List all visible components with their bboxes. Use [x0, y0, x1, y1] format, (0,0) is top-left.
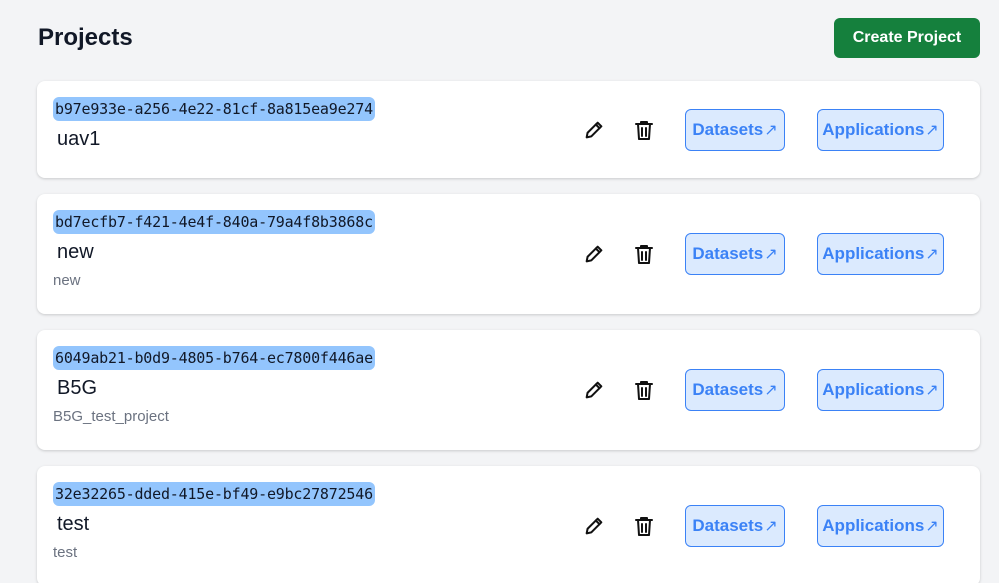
datasets-button[interactable]: Datasets ↗: [685, 108, 785, 151]
datasets-label: Datasets: [692, 119, 764, 139]
page-title: Projects: [38, 24, 133, 51]
project-card: bd7ecfb7-f421-4e4f-840a-79a4f8b3868c new…: [37, 194, 980, 314]
project-actions: Datasets ↗ Applications ↗: [577, 466, 944, 583]
datasets-button[interactable]: Datasets ↗: [685, 505, 785, 547]
arrow-up-right-icon: ↗: [764, 121, 778, 139]
trash-icon: [635, 517, 653, 536]
edit-button[interactable]: [577, 509, 611, 543]
edit-button[interactable]: [577, 373, 611, 407]
applications-button[interactable]: Applications ↗: [817, 233, 944, 275]
edit-button[interactable]: [577, 237, 611, 271]
arrow-up-right-icon: ↗: [925, 121, 939, 139]
project-list: b97e933e-a256-4e22-81cf-8a815ea9e274 uav…: [37, 81, 980, 583]
arrow-up-right-icon: ↗: [764, 518, 778, 535]
pencil-icon: [585, 121, 603, 138]
trash-icon: [635, 381, 653, 400]
applications-button[interactable]: Applications ↗: [817, 505, 944, 547]
applications-button[interactable]: Applications ↗: [817, 369, 944, 411]
delete-button[interactable]: [627, 113, 661, 147]
pencil-icon: [585, 517, 603, 535]
arrow-up-right-icon: ↗: [764, 382, 778, 399]
project-card: b97e933e-a256-4e22-81cf-8a815ea9e274 uav…: [37, 81, 980, 178]
pencil-icon: [585, 381, 603, 399]
pencil-icon: [585, 245, 603, 263]
trash-icon: [635, 245, 653, 264]
applications-label: Applications: [822, 244, 925, 263]
create-project-button[interactable]: Create Project: [834, 18, 980, 58]
page-header: Projects Create Project: [38, 18, 980, 58]
delete-button[interactable]: [627, 509, 661, 543]
datasets-label: Datasets: [692, 516, 764, 535]
applications-label: Applications: [822, 119, 925, 139]
project-card: 32e32265-dded-415e-bf49-e9bc27872546 tes…: [37, 466, 980, 583]
project-id[interactable]: 32e32265-dded-415e-bf49-e9bc27872546: [53, 482, 375, 506]
project-actions: Datasets ↗ Applications ↗: [577, 81, 944, 178]
project-actions: Datasets ↗ Applications ↗: [577, 194, 944, 314]
applications-button[interactable]: Applications ↗: [817, 108, 944, 151]
datasets-button[interactable]: Datasets ↗: [685, 233, 785, 275]
arrow-up-right-icon: ↗: [764, 246, 778, 263]
project-id[interactable]: bd7ecfb7-f421-4e4f-840a-79a4f8b3868c: [53, 210, 375, 234]
datasets-label: Datasets: [692, 380, 764, 399]
projects-page: Projects Create Project b97e933e-a256-4e…: [0, 0, 999, 583]
project-id[interactable]: 6049ab21-b0d9-4805-b764-ec7800f446ae: [53, 346, 375, 370]
applications-label: Applications: [822, 380, 925, 399]
datasets-button[interactable]: Datasets ↗: [685, 369, 785, 411]
arrow-up-right-icon: ↗: [925, 518, 939, 535]
delete-button[interactable]: [627, 373, 661, 407]
datasets-label: Datasets: [692, 244, 764, 263]
project-card: 6049ab21-b0d9-4805-b764-ec7800f446ae B5G…: [37, 330, 980, 450]
delete-button[interactable]: [627, 237, 661, 271]
arrow-up-right-icon: ↗: [925, 382, 939, 399]
edit-button[interactable]: [577, 113, 611, 147]
arrow-up-right-icon: ↗: [925, 246, 939, 263]
trash-icon: [635, 120, 653, 140]
project-actions: Datasets ↗ Applications ↗: [577, 330, 944, 450]
project-id[interactable]: b97e933e-a256-4e22-81cf-8a815ea9e274: [53, 97, 375, 121]
applications-label: Applications: [822, 516, 925, 535]
